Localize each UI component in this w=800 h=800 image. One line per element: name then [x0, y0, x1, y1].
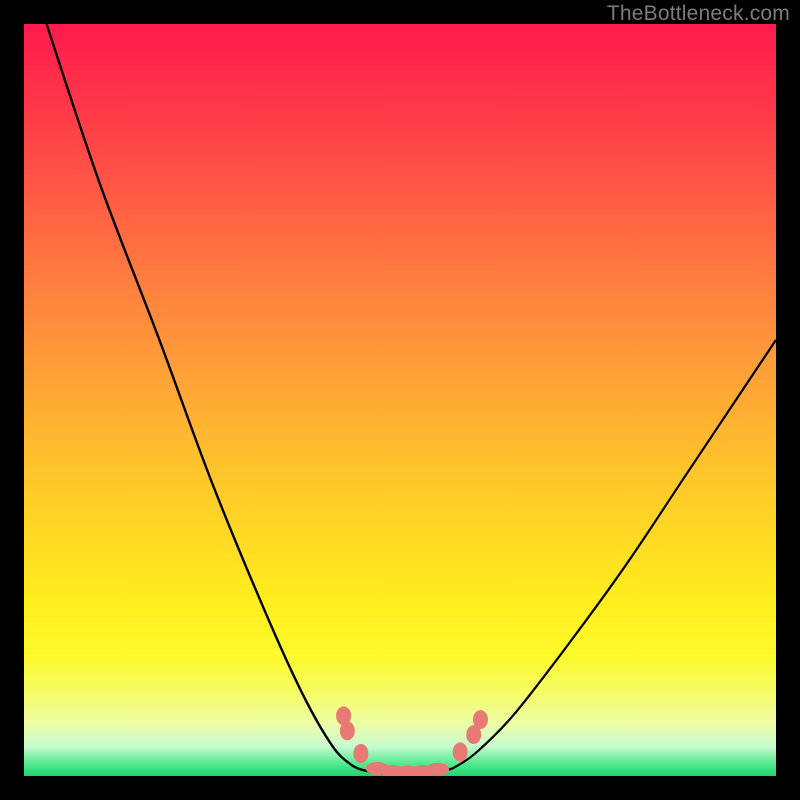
marker-point	[453, 743, 467, 761]
plot-area	[24, 24, 776, 776]
marker-group	[337, 707, 488, 776]
chart-svg	[24, 24, 776, 776]
left-curve-path	[47, 24, 363, 770]
watermark-text: TheBottleneck.com	[607, 2, 790, 26]
marker-point	[473, 711, 487, 729]
chart-frame: TheBottleneck.com	[0, 0, 800, 800]
right-curve-path	[453, 340, 776, 769]
marker-point	[340, 722, 354, 740]
marker-point	[427, 763, 449, 775]
curve-group	[47, 24, 776, 774]
marker-point	[354, 744, 368, 762]
